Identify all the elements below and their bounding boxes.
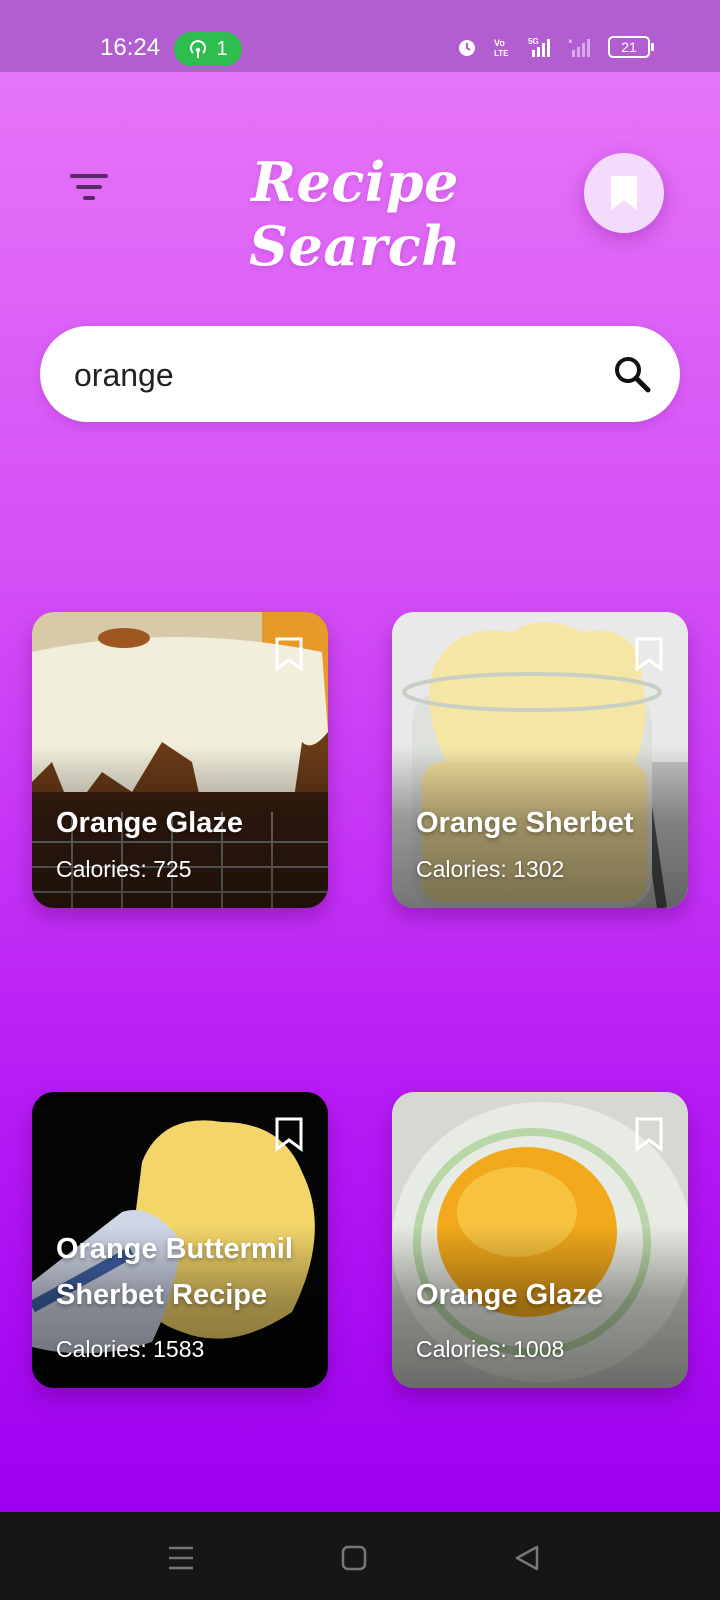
bookmark-icon (611, 176, 637, 210)
bookmarks-button[interactable] (584, 153, 664, 233)
svg-text:LTE: LTE (494, 49, 509, 58)
recipe-card[interactable]: Orange Glaze Calories: 725 (32, 612, 328, 908)
recipe-calories: Calories: 725 (56, 856, 192, 882)
recipe-card[interactable]: Orange Sherbet Calories: 1302 (392, 612, 688, 908)
recipe-card[interactable]: Orange Buttermil Sherbet Recipe Calories… (32, 1092, 328, 1388)
menu-icon[interactable] (163, 1540, 199, 1576)
hotspot-icon (190, 40, 207, 58)
status-bar: 16:24 1 Vo LTE 5G × 21 (0, 0, 720, 72)
filter-icon-line-3 (83, 196, 95, 200)
svg-text:×: × (568, 37, 573, 46)
svg-text:5G: 5G (528, 37, 539, 46)
bookmark-outline-icon[interactable] (634, 1116, 664, 1152)
5g-signal-icon: 5G (528, 37, 550, 57)
filter-icon-line-2 (76, 185, 102, 189)
recipe-title-line-2: Sherbet Recipe (56, 1279, 268, 1311)
filter-icon-line-1 (70, 174, 108, 178)
status-icons: Vo LTE 5G × 21 (456, 36, 654, 58)
search-input[interactable] (72, 348, 596, 402)
home-icon[interactable] (336, 1540, 372, 1576)
bookmark-outline-icon[interactable] (274, 636, 304, 672)
recipe-calories: Calories: 1008 (416, 1336, 565, 1362)
status-time: 16:24 (100, 34, 161, 61)
recipe-title-line-1: Orange Buttermil (56, 1233, 293, 1265)
search-icon[interactable] (612, 354, 652, 394)
recipe-card[interactable]: Orange Glaze Calories: 1008 (392, 1092, 688, 1388)
battery-icon: 21 (608, 36, 654, 58)
system-nav-bar (0, 1512, 720, 1600)
alarm-icon (459, 40, 475, 56)
recipe-calories: Calories: 1302 (416, 856, 565, 882)
volte-icon: Vo LTE (494, 38, 509, 58)
page-title: Recipe Search (249, 150, 461, 278)
hotspot-badge: 1 (174, 32, 242, 66)
battery-level: 21 (621, 39, 637, 55)
filter-button[interactable] (62, 165, 116, 209)
recipe-title: Orange Glaze (416, 1279, 603, 1311)
bookmark-outline-icon[interactable] (634, 636, 664, 672)
back-icon[interactable] (509, 1540, 545, 1576)
signal-icon: × (568, 37, 590, 57)
search-bar[interactable] (40, 326, 680, 422)
hotspot-count: 1 (216, 37, 228, 60)
svg-text:Vo: Vo (494, 38, 505, 48)
bookmark-outline-icon[interactable] (274, 1116, 304, 1152)
recipe-title: Orange Glaze (56, 807, 243, 839)
recipe-calories: Calories: 1583 (56, 1336, 205, 1362)
recipe-title: Orange Sherbet (416, 807, 634, 839)
